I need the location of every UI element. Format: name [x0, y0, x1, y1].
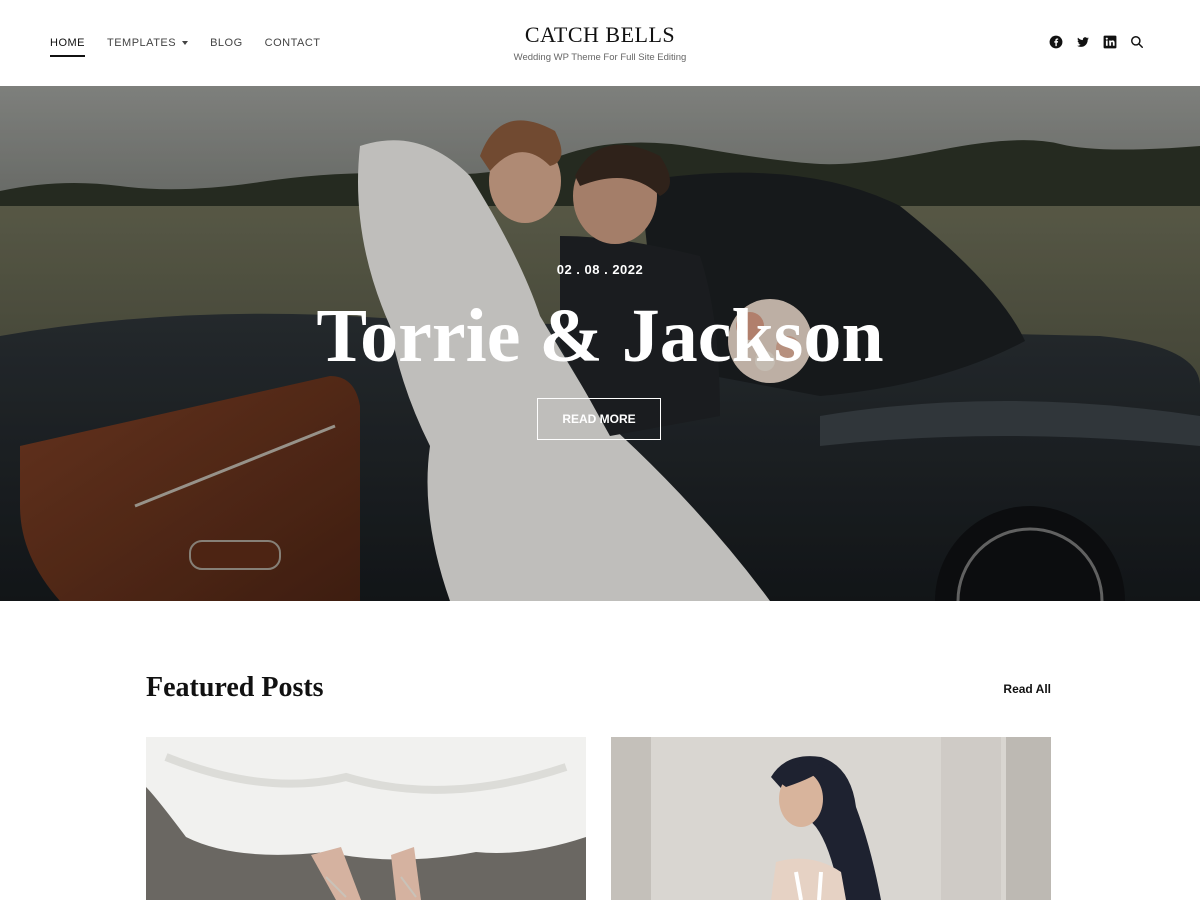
post-thumbnail-image[interactable]: [146, 737, 586, 900]
twitter-icon[interactable]: [1076, 35, 1090, 49]
site-title[interactable]: CATCH BELLS: [0, 22, 1200, 48]
hero-banner: 02 . 08 . 2022 Torrie & Jackson READ MOR…: [0, 86, 1200, 601]
post-thumbnail-image[interactable]: [611, 737, 1051, 900]
site-branding: CATCH BELLS Wedding WP Theme For Full Si…: [0, 22, 1200, 63]
read-all-link[interactable]: Read All: [1003, 682, 1051, 696]
featured-post-card[interactable]: [146, 737, 586, 900]
facebook-icon[interactable]: [1049, 35, 1063, 49]
search-icon[interactable]: [1130, 35, 1144, 49]
site-tagline: Wedding WP Theme For Full Site Editing: [513, 52, 687, 63]
social-links: [1049, 35, 1144, 49]
hero-title[interactable]: Torrie & Jackson: [0, 291, 1200, 381]
linkedin-icon[interactable]: [1103, 35, 1117, 49]
featured-post-card[interactable]: [611, 737, 1051, 900]
site-header: HOME TEMPLATES BLOG CONTACT CATCH BELLS …: [0, 0, 1200, 86]
read-more-button[interactable]: READ MORE: [537, 398, 661, 440]
section-title: Featured Posts: [146, 672, 324, 703]
hero-date: 02 . 08 . 2022: [556, 262, 644, 277]
